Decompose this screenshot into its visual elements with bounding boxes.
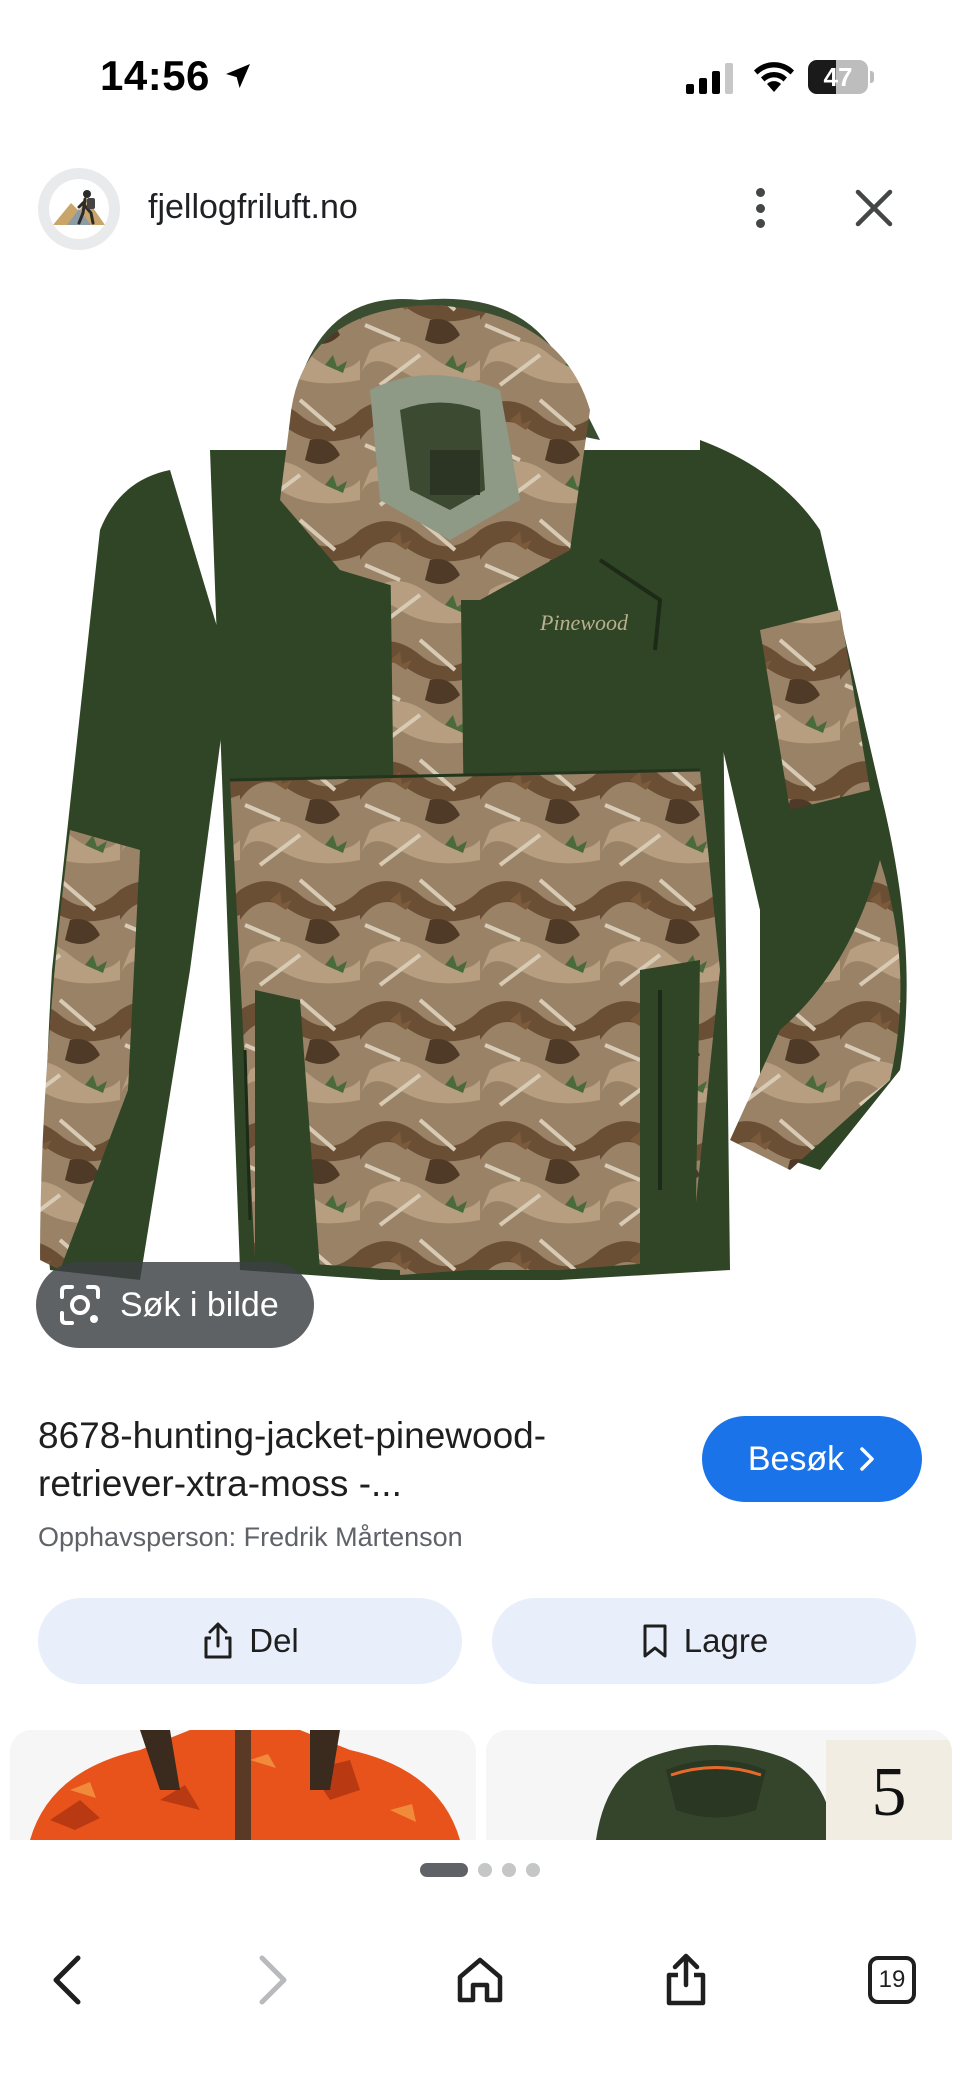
google-lens-icon <box>60 1285 100 1325</box>
green-jacket-image: 5 <box>486 1730 952 1840</box>
site-logo[interactable] <box>38 168 120 250</box>
result-title[interactable]: 8678-hunting-jacket-pinewood- retriever-… <box>38 1412 658 1508</box>
visit-button[interactable]: Besøk <box>702 1416 922 1502</box>
product-image[interactable]: Pinewood <box>0 270 960 1386</box>
forward-button[interactable] <box>242 1950 302 2010</box>
share-button-label: Del <box>249 1622 299 1659</box>
page-dot-active <box>420 1863 468 1877</box>
page-dot <box>526 1863 540 1877</box>
home-button[interactable] <box>450 1950 510 2010</box>
share-button[interactable]: Del <box>38 1598 462 1684</box>
visit-button-label: Besøk <box>747 1439 845 1478</box>
back-button[interactable] <box>38 1950 98 2010</box>
page-indicator <box>420 1862 540 1878</box>
tabs-button[interactable]: 19 <box>862 1950 922 2010</box>
save-button[interactable]: Lagre <box>492 1598 916 1684</box>
battery-level: 47 <box>823 62 853 92</box>
tab-count: 19 <box>878 1966 906 1993</box>
image-credit: Opphavsperson: Fredrik Mårtenson <box>38 1522 463 1552</box>
image-viewer-header: fjellogfriluft.no <box>0 160 960 260</box>
site-name[interactable]: fjellogfriluft.no <box>148 188 358 227</box>
search-in-image-label: Søk i bilde <box>120 1285 279 1324</box>
orange-camo-jacket-image <box>10 1730 476 1840</box>
page-dot <box>478 1863 492 1877</box>
hunting-jacket-image: Pinewood <box>40 298 907 1280</box>
home-icon <box>457 1957 503 2003</box>
location-arrow-icon <box>226 64 250 88</box>
related-image-thumbnail[interactable] <box>10 1730 476 1840</box>
close-icon[interactable] <box>848 182 900 234</box>
mountain-hiker-logo <box>53 190 105 225</box>
share-page-button[interactable] <box>656 1950 716 2010</box>
cellular-signal-icon <box>686 63 733 94</box>
share-icon <box>666 1953 706 2006</box>
battery-icon: 47 <box>808 60 874 94</box>
thumb-number: 5 <box>872 1754 907 1831</box>
chevron-right-icon <box>860 1447 874 1471</box>
browser-toolbar: 19 <box>0 1900 960 2087</box>
result-title-line1: 8678-hunting-jacket-pinewood- <box>38 1415 547 1456</box>
save-button-label: Lagre <box>683 1622 769 1659</box>
wifi-icon <box>754 62 794 92</box>
forward-icon <box>259 1955 287 2005</box>
related-image-thumbnail[interactable]: 5 <box>486 1730 952 1840</box>
brand-mark: Pinewood <box>539 610 629 635</box>
tabs-icon: 19 <box>868 1956 916 2004</box>
back-icon <box>53 1955 81 2005</box>
bookmark-icon <box>643 1624 667 1658</box>
result-title-line2: retriever-xtra-moss -... <box>38 1463 402 1504</box>
status-time: 14:56 <box>100 52 210 99</box>
status-bar: 14:56 47 <box>0 0 960 150</box>
share-icon <box>204 1622 232 1659</box>
more-vert-icon[interactable] <box>740 182 780 234</box>
page-dot <box>502 1863 516 1877</box>
search-in-image-chip[interactable]: Søk i bilde <box>36 1262 314 1348</box>
